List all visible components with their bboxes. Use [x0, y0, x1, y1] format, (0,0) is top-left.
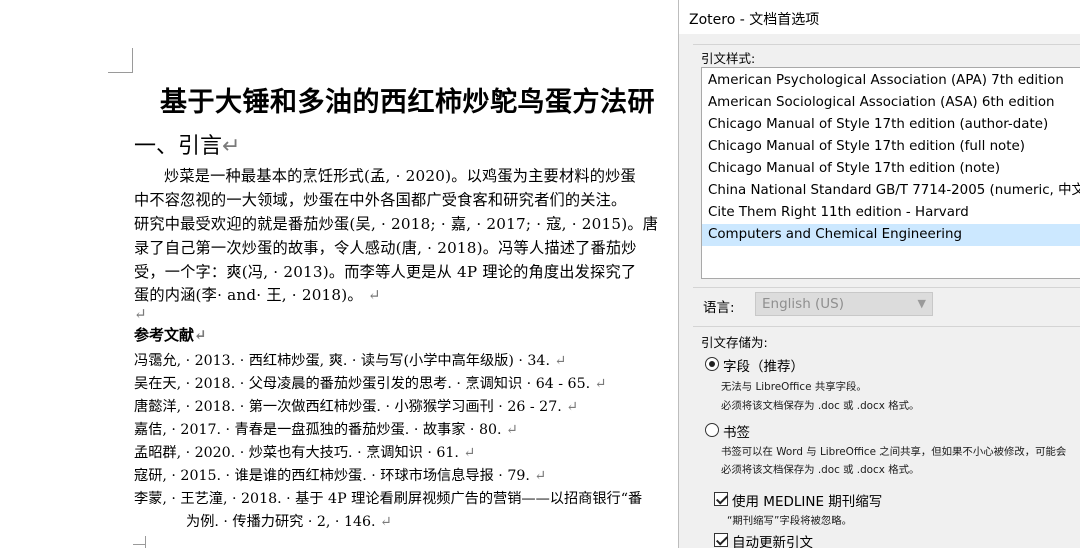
- paragraph-line: 蛋的内涵(李· and· 王, · 2018)。 ↵: [134, 286, 381, 304]
- references-heading: 参考文献↵: [134, 326, 207, 344]
- paragraph-line: 受，一个字：爽(冯, · 2013)。而李等人更是从 4P 理论的角度出发探究了: [134, 263, 637, 281]
- style-list-item[interactable]: China National Standard GB/T 7714-2005 (…: [702, 180, 1080, 202]
- group-border: [693, 44, 1080, 45]
- citation-style-label: 引文样式:: [701, 51, 756, 66]
- reference-item-continuation: 为例. · 传播力研究 · 2, · 146. ↵: [186, 514, 392, 530]
- paragraph-line: 录了自己第一次炒蛋的故事，令人感动(唐, · 2018)。冯等人描述了番茄炒: [134, 239, 637, 257]
- style-list-item[interactable]: Chicago Manual of Style 17th edition (no…: [702, 158, 1080, 180]
- bookmarks-option-label[interactable]: 书签: [723, 421, 750, 441]
- chevron-down-icon: ▼: [917, 297, 926, 310]
- paragraph-mark: ↵: [134, 305, 147, 323]
- citation-style-list[interactable]: American Psychological Association (APA)…: [701, 67, 1080, 279]
- fields-radio[interactable]: [705, 357, 719, 371]
- section-heading: 一、引言↵: [134, 134, 241, 159]
- bookmarks-note-line: 书签可以在 Word 与 LibreOffice 之间共享，但如果不小心被修改，…: [721, 446, 1067, 458]
- style-list-item[interactable]: Chicago Manual of Style 17th edition (au…: [702, 114, 1080, 136]
- store-citations-as-label: 引文存储为:: [701, 335, 768, 350]
- style-list-item[interactable]: American Psychological Association (APA)…: [702, 70, 1080, 92]
- paragraph-line: 中不容忽视的一大领域，炒蛋在中外各国都广受食客和研究者们的关注。: [134, 191, 627, 209]
- language-label: 语言:: [703, 300, 735, 316]
- reference-item: 唐懿洋, · 2018. · 第一次做西红柿炒蛋. · 小猕猴学习画刊 · 26…: [134, 399, 579, 415]
- reference-item: 吴在天, · 2018. · 父母凌晨的番茄炒蛋引发的思考. · 烹调知识 · …: [134, 376, 607, 392]
- medline-checkbox[interactable]: [714, 492, 728, 506]
- fields-note-line: 无法与 LibreOffice 共享字段。: [721, 381, 867, 393]
- style-list-item-selected[interactable]: Computers and Chemical Engineering: [702, 224, 1080, 246]
- crop-mark: [145, 536, 146, 548]
- crop-mark: [108, 72, 132, 73]
- separator: [693, 326, 1080, 327]
- crop-mark: [133, 544, 145, 545]
- fields-option-label[interactable]: 字段（推荐）: [723, 355, 804, 375]
- language-select[interactable]: English (US) ▼: [755, 292, 933, 316]
- zotero-document-preferences-dialog: Zotero - 文档首选项 引文样式: American Psychologi…: [678, 0, 1080, 548]
- style-list-item[interactable]: Cite Them Right 11th edition - Harvard: [702, 202, 1080, 224]
- reference-item: 寇研, · 2015. · 谁是谁的西红柿炒蛋. · 环球市场信息导报 · 79…: [134, 468, 547, 484]
- document-title: 基于大锤和多油的西红柿炒鸵鸟蛋方法研: [160, 87, 655, 118]
- bookmarks-note-line: 必须将该文档保存为 .doc 或 .docx 格式。: [721, 464, 920, 476]
- separator: [693, 287, 1080, 288]
- language-value: English (US): [762, 296, 845, 312]
- reference-item: 冯霭允, · 2013. · 西红柿炒蛋, 爽. · 读与写(小学中高年级版) …: [134, 353, 567, 369]
- medline-label[interactable]: 使用 MEDLINE 期刊缩写: [732, 490, 882, 510]
- fields-note-line: 必须将该文档保存为 .doc 或 .docx 格式。: [721, 400, 920, 412]
- style-list-item[interactable]: Chicago Manual of Style 17th edition (fu…: [702, 136, 1080, 158]
- auto-update-checkbox[interactable]: [714, 533, 728, 547]
- bookmarks-radio[interactable]: [705, 423, 719, 437]
- reference-item: 嘉佶, · 2017. · 青春是一盘孤独的番茄炒蛋. · 故事家 · 80. …: [134, 422, 518, 438]
- style-list-item[interactable]: American Sociological Association (ASA) …: [702, 92, 1080, 114]
- crop-mark: [132, 48, 133, 73]
- paragraph-line: 炒菜是一种最基本的烹饪形式(孟, · 2020)。以鸡蛋为主要材料的炒蛋: [164, 167, 636, 185]
- dialog-titlebar[interactable]: Zotero - 文档首选项: [679, 0, 1080, 34]
- dialog-title: Zotero - 文档首选项: [689, 12, 820, 28]
- medline-note: “期刊缩写”字段将被忽略。: [727, 515, 853, 527]
- reference-item: 孟昭群, · 2020. · 炒菜也有大技巧. · 烹调知识 · 61. ↵: [134, 445, 476, 461]
- auto-update-label[interactable]: 自动更新引文: [732, 531, 813, 548]
- reference-item: 李蒙, · 王艺潼, · 2018. · 基于 4P 理论看刷屏视频广告的营销—…: [134, 491, 643, 507]
- paragraph-line: 研究中最受欢迎的就是番茄炒蛋(吴, · 2018; · 嘉, · 2017; ·…: [134, 215, 659, 233]
